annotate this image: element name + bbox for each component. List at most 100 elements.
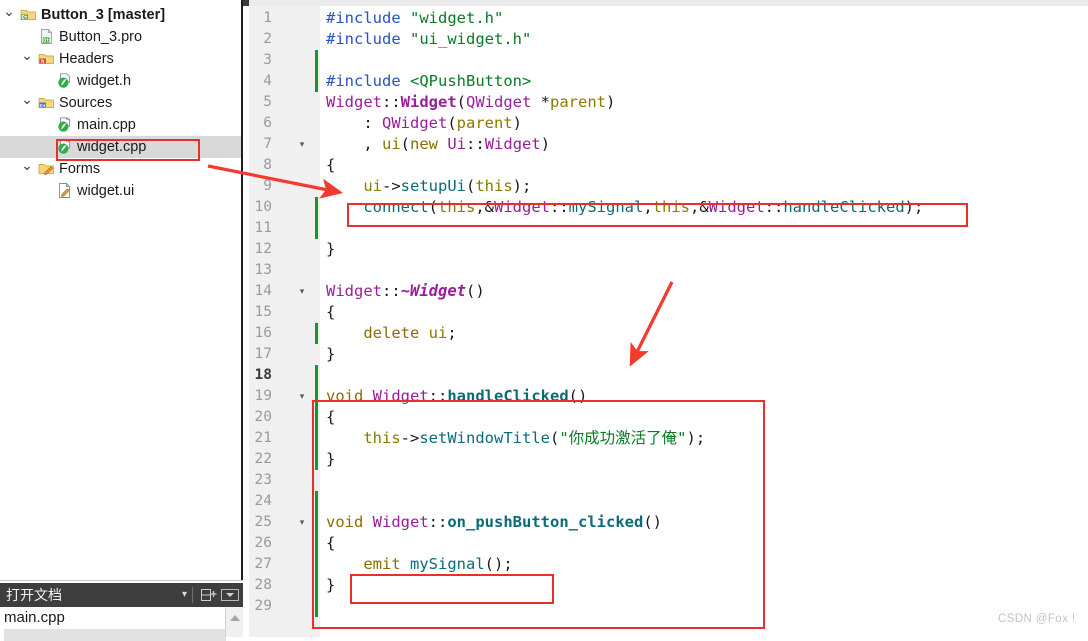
tree-item-main-cpp[interactable]: main.cpp — [0, 114, 243, 136]
close-panel-icon[interactable] — [221, 589, 239, 601]
change-marker — [315, 407, 318, 428]
code-line[interactable]: { — [326, 407, 335, 428]
forms-folder-icon — [38, 160, 56, 182]
line-number: 12 — [254, 241, 272, 257]
code-line[interactable]: #include "widget.h" — [326, 8, 503, 29]
change-marker — [315, 50, 318, 71]
cpp-file-icon — [56, 116, 74, 138]
project-tree[interactable]: ⌄ Qt Button_3 [master] Qt Button_3.pro ⌄ h Head… — [0, 4, 243, 202]
code-line[interactable]: { — [326, 533, 335, 554]
code-line[interactable]: { — [326, 302, 335, 323]
tree-item-label: Sources — [59, 95, 113, 111]
tree-item-widget-h[interactable]: widget.h — [0, 70, 243, 92]
tree-item-label: main.cpp — [77, 117, 136, 133]
editor-gutter[interactable]: 1 2 3 4 5 6 7 ▾ 8 9 10 11 12 13 14 ▾ 15 16 17 18 19 ▾ 20 21 22 23… — [249, 6, 320, 637]
open-documents-scrollbar[interactable] — [225, 607, 243, 637]
tree-item-label: Forms — [59, 161, 101, 177]
line-number: 15 — [254, 304, 272, 320]
open-document-item[interactable]: main.cpp — [4, 607, 65, 629]
tree-item-button-3-pro[interactable]: Qt Button_3.pro — [0, 26, 243, 48]
tree-item-label: Button_3.pro — [59, 29, 143, 45]
change-marker — [315, 323, 318, 344]
change-marker — [315, 218, 318, 239]
tree-item-sources[interactable]: ⌄ c+ Sources — [0, 92, 243, 114]
fold-toggle-icon[interactable]: ▾ — [296, 512, 308, 533]
tree-item-headers[interactable]: ⌄ h Headers — [0, 48, 243, 70]
line-number: 2 — [263, 31, 272, 47]
code-line[interactable]: connect(this,&Widget::mySignal,this,&Wid… — [326, 197, 923, 218]
tree-item-forms[interactable]: ⌄ Forms — [0, 158, 243, 180]
line-number: 16 — [254, 325, 272, 341]
open-documents-title: 打开文档 — [6, 587, 62, 603]
fold-toggle-icon[interactable]: ▾ — [296, 281, 308, 302]
line-number: 20 — [254, 409, 272, 425]
chevron-down-icon[interactable]: ⌄ — [20, 92, 34, 114]
scroll-up-arrow-icon[interactable] — [230, 615, 240, 621]
chevron-down-icon[interactable]: ⌄ — [2, 4, 16, 26]
line-number: 18 — [254, 367, 272, 383]
tree-item-label: Headers — [59, 51, 114, 67]
code-line[interactable]: #include "ui_widget.h" — [326, 29, 531, 50]
ui-form-file-icon — [56, 182, 74, 204]
code-line[interactable]: #include <QPushButton> — [326, 71, 531, 92]
change-marker — [315, 386, 318, 407]
line-number: 1 — [263, 10, 272, 26]
change-marker — [315, 596, 318, 617]
tree-item-widget-ui[interactable]: widget.ui — [0, 180, 243, 202]
line-number: 9 — [263, 178, 272, 194]
qt-folder-icon: Qt — [20, 6, 38, 28]
line-number: 28 — [254, 577, 272, 593]
split-view-icon[interactable] — [201, 588, 217, 602]
sources-folder-icon: c+ — [38, 94, 56, 116]
svg-text:Qt: Qt — [43, 38, 49, 44]
code-line[interactable]: } — [326, 575, 335, 596]
code-line[interactable]: delete ui; — [326, 323, 456, 344]
code-line[interactable]: emit mySignal(); — [326, 554, 512, 575]
csdn-watermark: CSDN @Fox ! — [998, 613, 1076, 625]
code-line[interactable]: } — [326, 239, 335, 260]
line-number: 14 — [254, 283, 272, 299]
toolbar-divider — [192, 587, 193, 603]
code-line[interactable]: ui->setupUi(this); — [326, 176, 531, 197]
line-number: 22 — [254, 451, 272, 467]
code-editor[interactable]: 1 2 3 4 5 6 7 ▾ 8 9 10 11 12 13 14 ▾ 15 16 17 18 19 ▾ 20 21 22 23… — [249, 6, 1088, 637]
line-number: 24 — [254, 493, 272, 509]
code-line[interactable]: void Widget::handleClicked() — [326, 386, 587, 407]
line-number: 11 — [254, 220, 272, 236]
line-number: 5 — [263, 94, 272, 110]
line-number: 29 — [254, 598, 272, 614]
line-number: 4 — [263, 73, 272, 89]
fold-toggle-icon[interactable]: ▾ — [296, 386, 308, 407]
code-line[interactable]: this->setWindowTitle("你成功激活了俺"); — [326, 428, 705, 449]
code-line[interactable]: } — [326, 344, 335, 365]
project-tree-panel[interactable]: ⌄ Qt Button_3 [master] Qt Button_3.pro ⌄ h Head… — [0, 0, 243, 580]
editor-code-area[interactable]: #include "widget.h" #include "ui_widget.h… — [320, 6, 1088, 637]
code-line[interactable]: Widget::~Widget() — [326, 281, 485, 302]
sidebar-splitter[interactable] — [241, 0, 243, 580]
change-marker — [315, 449, 318, 470]
chevron-down-icon[interactable]: ⌄ — [20, 48, 34, 70]
open-documents-panel[interactable]: 打开文档 ▾ main.cpp — [0, 583, 243, 641]
fold-toggle-icon[interactable]: ▾ — [296, 134, 308, 155]
code-line[interactable]: { — [326, 155, 335, 176]
open-document-item-partial[interactable] — [4, 629, 226, 641]
code-line[interactable]: Widget::Widget(QWidget *parent) — [326, 92, 615, 113]
tree-item-button-3-master[interactable]: ⌄ Qt Button_3 [master] — [0, 4, 243, 26]
change-marker — [315, 554, 318, 575]
open-documents-list[interactable]: main.cpp — [0, 607, 243, 641]
line-number: 21 — [254, 430, 272, 446]
code-line[interactable]: void Widget::on_pushButton_clicked() — [326, 512, 662, 533]
chevron-down-icon[interactable]: ⌄ — [20, 158, 34, 180]
line-number: 19 — [254, 388, 272, 404]
code-line[interactable]: , ui(new Ui::Widget) — [326, 134, 550, 155]
open-documents-header[interactable]: 打开文档 ▾ — [0, 583, 243, 607]
header-file-icon — [56, 72, 74, 94]
line-number: 23 — [254, 472, 272, 488]
change-marker — [315, 71, 318, 92]
qt-project-file-icon: Qt — [38, 28, 56, 50]
chevron-down-icon[interactable]: ▾ — [182, 583, 187, 607]
headers-folder-icon: h — [38, 50, 56, 72]
qt-creator-window: ⌄ Qt Button_3 [master] Qt Button_3.pro ⌄ h Head… — [0, 0, 1088, 641]
code-line[interactable]: : QWidget(parent) — [326, 113, 522, 134]
code-line[interactable]: } — [326, 449, 335, 470]
